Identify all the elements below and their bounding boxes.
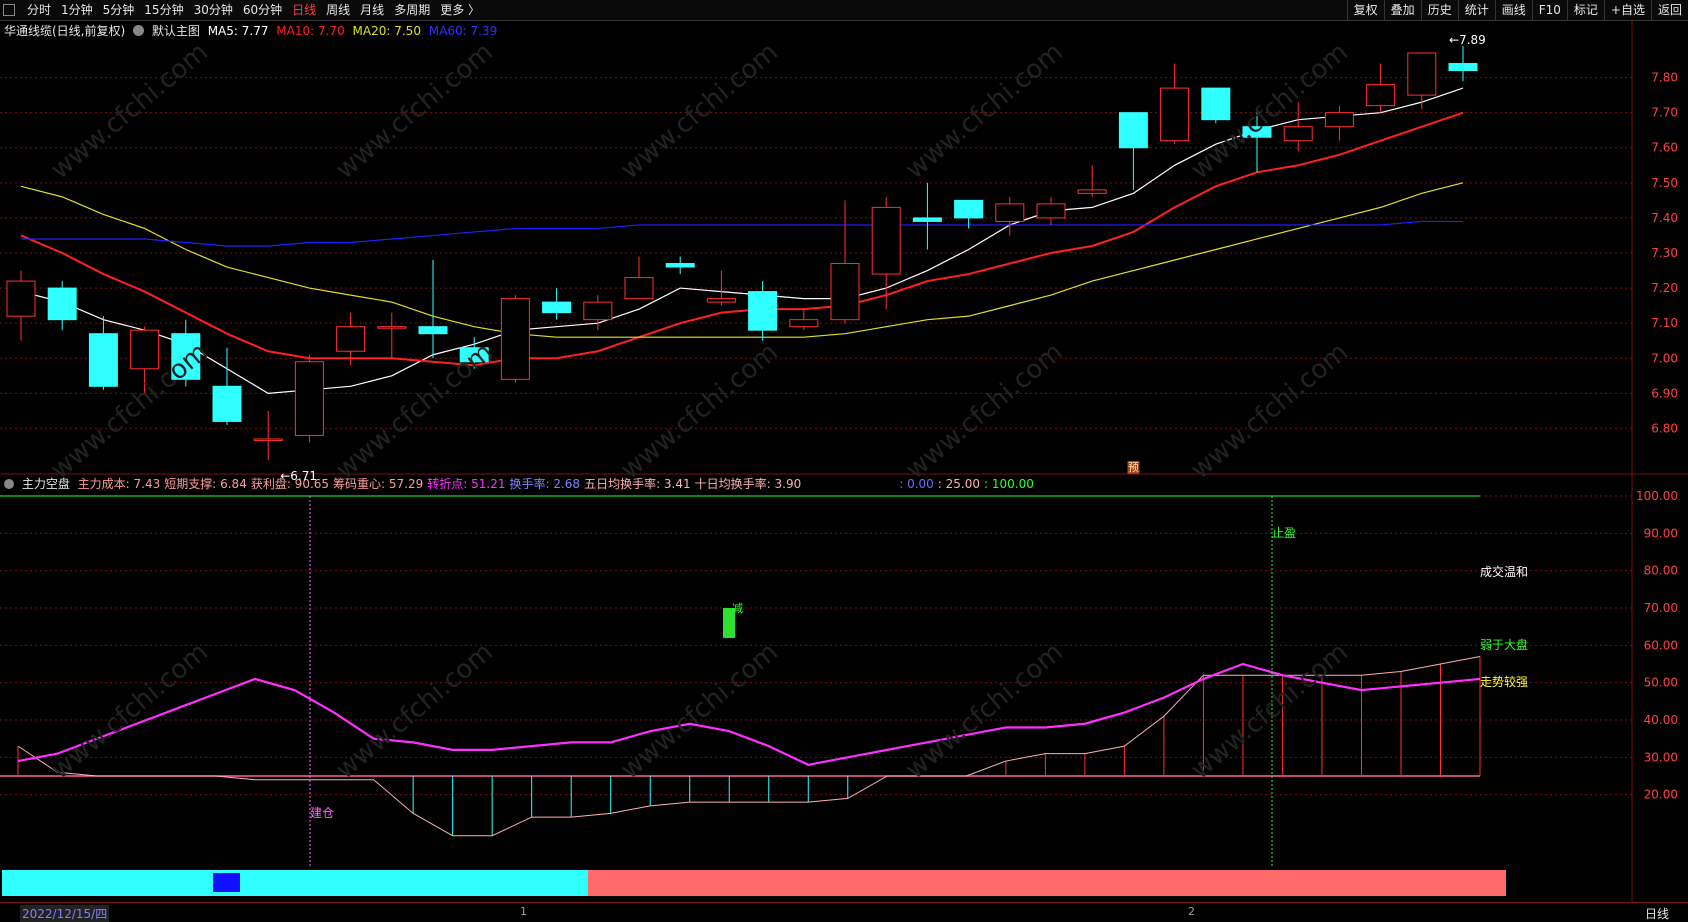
month-marker-1: 1	[520, 905, 527, 918]
ma-line-ma20	[20, 182, 1464, 338]
ma-line-ma60	[21, 220, 1463, 247]
period-label[interactable]: 日线	[1645, 905, 1669, 922]
signal-badge-label: 预	[1128, 461, 1139, 474]
candle-body	[624, 277, 654, 300]
candle-body	[1448, 63, 1478, 72]
price-tick-label: 7.30	[1651, 246, 1678, 260]
watermark: www.cfchi.com	[615, 637, 784, 785]
candle-body	[912, 217, 942, 222]
price-tick-label: 7.40	[1651, 211, 1678, 225]
candle-body	[1283, 126, 1313, 142]
price-tick-label: 7.60	[1651, 141, 1678, 155]
candle-body	[500, 298, 530, 380]
candle-body	[1118, 112, 1148, 149]
bear-zone-bar	[588, 870, 1506, 896]
takeprofit-label: 止盈	[1272, 526, 1296, 540]
watermark: www.cfchi.com	[900, 337, 1069, 485]
indicator-tick-label: 70.00	[1644, 601, 1678, 615]
candle-body	[253, 438, 283, 441]
status-market: 弱于大盘	[1480, 637, 1528, 652]
watermark: www.cfchi.com	[1185, 337, 1354, 485]
watermark: www.cfchi.com	[330, 37, 499, 185]
candle-body	[1324, 112, 1354, 128]
candle-body	[212, 385, 242, 422]
candle-body	[47, 287, 77, 321]
indicator-tick-label: 60.00	[1644, 638, 1678, 652]
indicator-tick-label: 30.00	[1644, 750, 1678, 764]
build-label: 建仓	[310, 806, 334, 820]
ma-line-ma10	[20, 111, 1464, 367]
candle-body	[88, 333, 118, 387]
candle-body	[871, 206, 901, 275]
candle-body	[418, 326, 448, 335]
low-price-label: ←6.71	[280, 469, 317, 483]
candle-body	[1077, 189, 1107, 194]
watermark: www.cfchi.com	[45, 637, 214, 785]
watermark: www.cfchi.com	[45, 37, 214, 185]
watermark: www.cfchi.com	[330, 637, 499, 785]
candle-body	[377, 326, 407, 329]
candle-body	[665, 263, 695, 268]
price-tick-label: 6.80	[1651, 421, 1678, 435]
status-volume: 成交温和	[1480, 564, 1528, 579]
candle-body	[706, 298, 736, 303]
candle-body	[995, 203, 1025, 222]
indicator-tick-label: 80.00	[1644, 564, 1678, 578]
month-marker-2: 2	[1188, 905, 1195, 918]
current-date: 2022/12/15/四	[20, 905, 110, 922]
price-tick-label: 6.90	[1651, 386, 1678, 400]
price-tick-label: 7.10	[1651, 316, 1678, 330]
status-trend: 走势较强	[1480, 674, 1528, 689]
candle-body	[294, 361, 324, 436]
watermark: www.cfchi.com	[45, 337, 214, 485]
price-tick-label: 7.20	[1651, 281, 1678, 295]
indicator-tick-label: 100.00	[1636, 489, 1678, 503]
candle-body	[789, 319, 819, 328]
high-price-label: ←7.89	[1449, 33, 1486, 47]
candle-body	[1036, 203, 1066, 219]
candle-body	[1407, 52, 1437, 96]
candle-body	[748, 291, 778, 331]
candle-body	[830, 263, 860, 321]
candle-body	[130, 329, 160, 370]
watermark: www.cfchi.com	[900, 37, 1069, 185]
candle-body	[1201, 87, 1231, 121]
watermark: www.cfchi.com	[1185, 637, 1354, 785]
candle-body	[954, 199, 984, 219]
indicator-tick-label: 90.00	[1644, 526, 1678, 540]
time-axis: 2022/12/15/四 1 2 日线	[0, 902, 1688, 922]
price-tick-label: 7.50	[1651, 176, 1678, 190]
watermark: www.cfchi.com	[615, 37, 784, 185]
marker-block	[213, 873, 240, 892]
watermark: www.cfchi.com	[615, 337, 784, 485]
price-tick-label: 7.70	[1651, 106, 1678, 120]
bull-zone-bar	[2, 870, 588, 896]
candle-body	[6, 280, 36, 317]
indicator-tick-label: 40.00	[1644, 713, 1678, 727]
candle-body	[336, 326, 366, 352]
candle-body	[583, 301, 613, 321]
reduce-label: 减	[732, 602, 743, 615]
watermark: www.cfchi.com	[900, 637, 1069, 785]
candle-body	[542, 301, 572, 314]
price-tick-label: 7.00	[1651, 351, 1678, 365]
price-tick-label: 7.80	[1651, 71, 1678, 85]
kline-chart[interactable]: 7.80 7.70 7.60 7.50 7.40 7.30 7.20 7.10 7.00 6.90…	[0, 0, 1688, 921]
indicator-tick-label: 20.00	[1644, 788, 1678, 802]
indicator-tick-label: 50.00	[1644, 676, 1678, 690]
candle-body	[1366, 84, 1396, 107]
candle-body	[1160, 87, 1190, 142]
